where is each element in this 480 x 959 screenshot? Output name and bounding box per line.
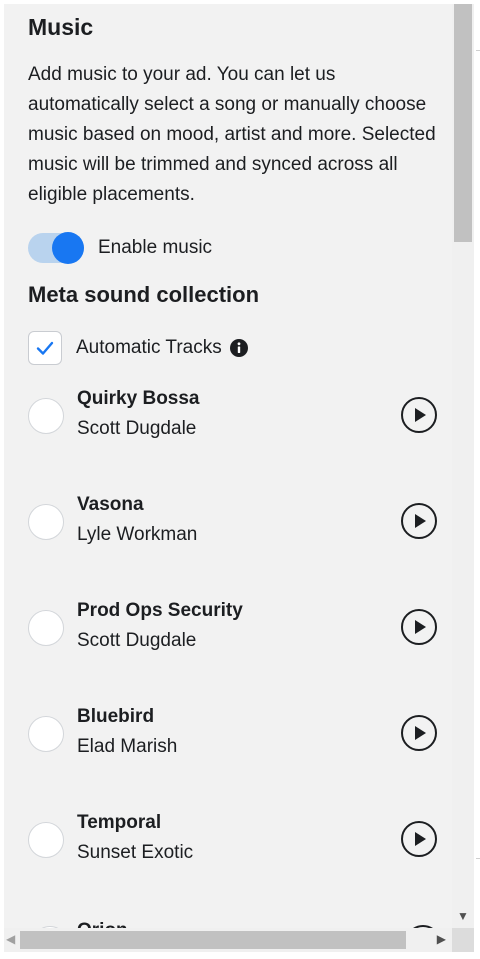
automatic-tracks-label: Automatic Tracks [76, 337, 222, 358]
track-name: Quirky Bossa [77, 388, 200, 409]
horizontal-scrollbar[interactable]: ◀ ▶ [4, 928, 452, 952]
section-title: Music [28, 14, 94, 40]
enable-music-toggle[interactable] [28, 232, 84, 264]
play-circle-icon[interactable] [400, 820, 438, 858]
scroll-down-arrow-icon[interactable]: ▼ [457, 910, 469, 922]
music-description: Add music to your ad. You can let us aut… [28, 64, 436, 205]
track-item: Quirky Bossa Scott Dugdale [28, 388, 448, 458]
track-name: Bluebird [77, 706, 155, 727]
checkmark-icon [36, 341, 54, 355]
play-circle-icon[interactable] [400, 502, 438, 540]
vertical-scroll-thumb[interactable] [454, 4, 472, 242]
enable-music-row: Enable music [28, 230, 212, 266]
track-item: Temporal Sunset Exotic [28, 812, 448, 882]
edge-divider [476, 50, 480, 51]
track-name: Vasona [77, 494, 144, 515]
scrollbar-corner [452, 928, 474, 952]
toggle-knob [52, 232, 84, 264]
track-artist: Scott Dugdale [77, 418, 197, 439]
track-item: Vasona Lyle Workman [28, 494, 448, 564]
track-name: Prod Ops Security [77, 600, 243, 621]
edge-divider [476, 858, 480, 859]
track-artist: Sunset Exotic [77, 842, 194, 863]
play-circle-icon[interactable] [400, 396, 438, 434]
vertical-scrollbar[interactable]: ▼ [452, 4, 474, 928]
track-item: Bluebird Elad Marish [28, 706, 448, 776]
play-circle-icon[interactable] [400, 714, 438, 752]
horizontal-scroll-thumb[interactable] [20, 931, 406, 949]
scroll-right-arrow-icon[interactable]: ▶ [437, 933, 446, 945]
track-name: Orion [77, 920, 128, 928]
track-radio[interactable] [28, 398, 64, 434]
enable-music-label: Enable music [98, 237, 213, 258]
track-artist: Lyle Workman [77, 524, 198, 545]
track-radio[interactable] [28, 504, 64, 540]
track-radio[interactable] [28, 610, 64, 646]
scroll-left-arrow-icon[interactable]: ◀ [6, 933, 15, 945]
play-circle-icon[interactable] [400, 608, 438, 646]
track-item: Prod Ops Security Scott Dugdale [28, 600, 448, 670]
info-icon[interactable] [229, 339, 248, 357]
track-artist: Elad Marish [77, 736, 178, 757]
track-radio[interactable] [28, 716, 64, 752]
automatic-tracks-row: Automatic Tracks [28, 330, 248, 366]
music-panel: Music Add music to your ad. You can let … [4, 4, 452, 928]
sound-collection-heading: Meta sound collection [28, 282, 260, 307]
track-radio[interactable] [28, 822, 64, 858]
automatic-tracks-checkbox[interactable] [28, 331, 62, 365]
track-name: Temporal [77, 812, 162, 833]
track-artist: Scott Dugdale [77, 630, 197, 651]
